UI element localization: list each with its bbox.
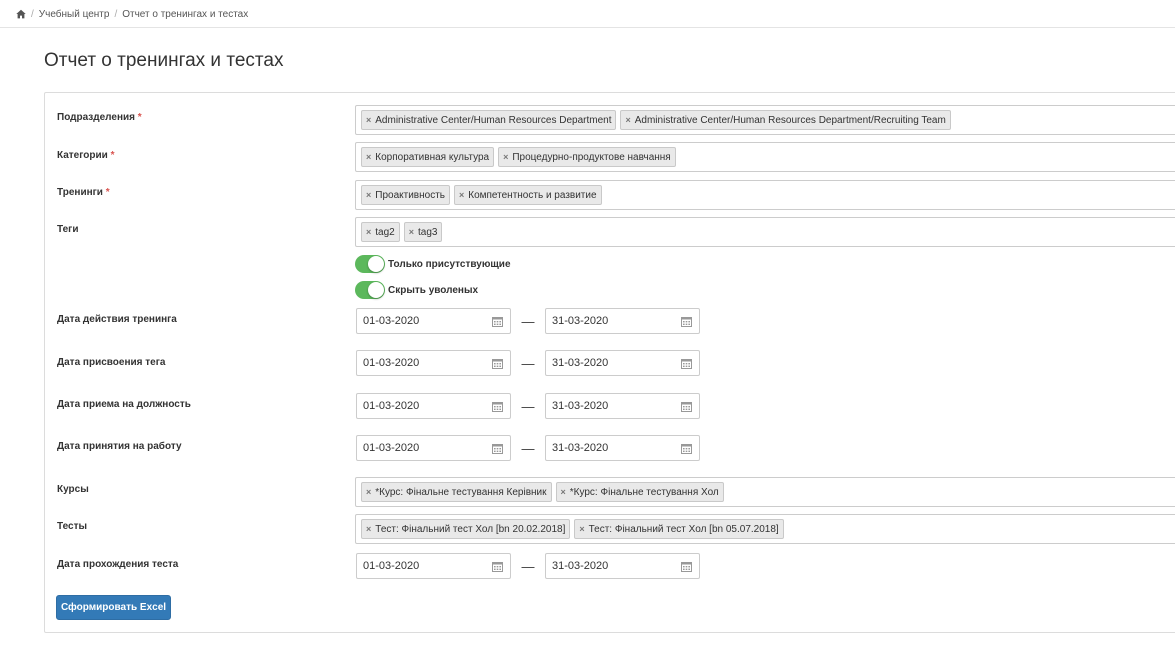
breadcrumb-separator: / bbox=[31, 8, 34, 20]
training-date-range: 01-03-2020 — 31-03-2020 bbox=[356, 308, 700, 334]
courses-label: Курсы bbox=[57, 484, 89, 495]
page-title: Отчет о тренингах и тестах bbox=[44, 50, 284, 71]
hide-dismissed-toggle-row: Скрыть уволеных bbox=[355, 281, 478, 299]
position-date-to[interactable]: 31-03-2020 bbox=[545, 393, 700, 419]
department-tag: × Administrative Center/Human Resources … bbox=[361, 110, 617, 130]
required-marker: * bbox=[110, 150, 115, 161]
position-date-range: 01-03-2020 — 31-03-2020 bbox=[356, 393, 700, 419]
calendar-icon[interactable] bbox=[492, 316, 503, 327]
breadcrumb-link-training-center[interactable]: Учебный центр bbox=[39, 9, 110, 20]
calendar-icon[interactable] bbox=[681, 401, 692, 412]
hire-date-label: Дата принятия на работу bbox=[57, 441, 182, 452]
test-date-from[interactable]: 01-03-2020 bbox=[356, 553, 511, 579]
courses-select[interactable]: × *Курс: Фінальне тестування Керівник × … bbox=[355, 477, 1175, 507]
only-present-toggle[interactable] bbox=[355, 255, 385, 273]
remove-tag-icon[interactable]: × bbox=[366, 115, 371, 125]
header-divider bbox=[0, 27, 1175, 28]
toggle-knob bbox=[368, 256, 384, 272]
remove-tag-icon[interactable]: × bbox=[561, 487, 566, 497]
required-marker: * bbox=[105, 187, 110, 198]
calendar-icon[interactable] bbox=[492, 443, 503, 454]
hide-dismissed-toggle[interactable] bbox=[355, 281, 385, 299]
tag-chip: × tag2 bbox=[361, 222, 400, 242]
calendar-icon[interactable] bbox=[492, 561, 503, 572]
calendar-icon[interactable] bbox=[492, 358, 503, 369]
course-tag: × *Курс: Фінальне тестування Хол bbox=[555, 482, 724, 502]
training-date-from[interactable]: 01-03-2020 bbox=[356, 308, 511, 334]
required-marker: * bbox=[137, 112, 142, 123]
calendar-icon[interactable] bbox=[681, 443, 692, 454]
range-dash: — bbox=[521, 440, 535, 456]
hide-dismissed-label: Скрыть уволеных bbox=[388, 284, 479, 296]
only-present-toggle-row: Только присутствующие bbox=[355, 255, 511, 273]
remove-tag-icon[interactable]: × bbox=[503, 152, 508, 162]
breadcrumb-separator: / bbox=[114, 8, 118, 20]
tag-date-to[interactable]: 31-03-2020 bbox=[545, 350, 700, 376]
tag-date-label: Дата присвоения тега bbox=[57, 357, 166, 368]
toggle-knob bbox=[368, 282, 384, 298]
tag-date-range: 01-03-2020 — 31-03-2020 bbox=[356, 350, 700, 376]
calendar-icon[interactable] bbox=[681, 561, 692, 572]
categories-label: Категории * bbox=[57, 150, 115, 161]
tag-date-from[interactable]: 01-03-2020 bbox=[356, 350, 511, 376]
test-date-range: 01-03-2020 — 31-03-2020 bbox=[356, 553, 700, 579]
test-date-to[interactable]: 31-03-2020 bbox=[545, 553, 700, 579]
test-tag: × Тест: Фінальний тест Хол [bn 20.02.201… bbox=[361, 519, 571, 539]
range-dash: — bbox=[521, 355, 535, 371]
test-date-label: Дата прохождения теста bbox=[57, 559, 179, 570]
calendar-icon[interactable] bbox=[681, 358, 692, 369]
tags-label: Теги bbox=[57, 224, 79, 235]
position-date-from[interactable]: 01-03-2020 bbox=[356, 393, 511, 419]
department-tag: × Administrative Center/Human Resources … bbox=[620, 110, 951, 130]
hire-date-range: 01-03-2020 — 31-03-2020 bbox=[356, 435, 700, 461]
calendar-icon[interactable] bbox=[681, 316, 692, 327]
remove-tag-icon[interactable]: × bbox=[366, 487, 371, 497]
remove-tag-icon[interactable]: × bbox=[579, 524, 584, 534]
category-tag: × Корпоративная культура bbox=[361, 147, 495, 167]
remove-tag-icon[interactable]: × bbox=[409, 227, 414, 237]
tests-label: Тесты bbox=[57, 521, 88, 532]
training-date-label: Дата действия тренинга bbox=[57, 314, 177, 325]
remove-tag-icon[interactable]: × bbox=[459, 190, 464, 200]
training-date-to[interactable]: 31-03-2020 bbox=[545, 308, 700, 334]
departments-label: Подразделения * bbox=[57, 112, 142, 123]
training-tag: × Проактивность bbox=[361, 185, 450, 205]
remove-tag-icon[interactable]: × bbox=[625, 115, 630, 125]
range-dash: — bbox=[521, 558, 535, 574]
hire-date-from[interactable]: 01-03-2020 bbox=[356, 435, 511, 461]
only-present-label: Только присутствующие bbox=[388, 258, 511, 270]
training-tag: × Компетентность и развитие bbox=[453, 185, 602, 205]
remove-tag-icon[interactable]: × bbox=[366, 227, 371, 237]
position-date-label: Дата приема на должность bbox=[57, 399, 191, 410]
home-icon[interactable] bbox=[16, 9, 26, 19]
tag-chip: × tag3 bbox=[403, 222, 443, 242]
test-tag: × Тест: Фінальний тест Хол [bn 05.07.201… bbox=[574, 519, 784, 539]
calendar-icon[interactable] bbox=[492, 401, 503, 412]
range-dash: — bbox=[521, 398, 535, 414]
trainings-select[interactable]: × Проактивность × Компетентность и разви… bbox=[355, 180, 1175, 210]
range-dash: — bbox=[521, 313, 535, 329]
course-tag: × *Курс: Фінальне тестування Керівник bbox=[361, 482, 552, 502]
remove-tag-icon[interactable]: × bbox=[366, 190, 371, 200]
remove-tag-icon[interactable]: × bbox=[366, 152, 371, 162]
tests-select[interactable]: × Тест: Фінальний тест Хол [bn 20.02.201… bbox=[355, 514, 1175, 544]
generate-excel-button[interactable]: Сформировать Excel bbox=[56, 595, 171, 620]
departments-select[interactable]: × Administrative Center/Human Resources … bbox=[355, 105, 1175, 135]
hire-date-to[interactable]: 31-03-2020 bbox=[545, 435, 700, 461]
remove-tag-icon[interactable]: × bbox=[366, 524, 371, 534]
breadcrumb: / Учебный центр / Отчет о тренингах и те… bbox=[16, 6, 248, 22]
tags-select[interactable]: × tag2 × tag3 bbox=[355, 217, 1175, 247]
categories-select[interactable]: × Корпоративная культура × Процедурно-пр… bbox=[355, 142, 1175, 172]
trainings-label: Тренинги * bbox=[57, 187, 110, 198]
breadcrumb-current: Отчет о тренингах и тестах bbox=[122, 8, 249, 20]
category-tag: × Процедурно-продуктове навчання bbox=[498, 147, 676, 167]
